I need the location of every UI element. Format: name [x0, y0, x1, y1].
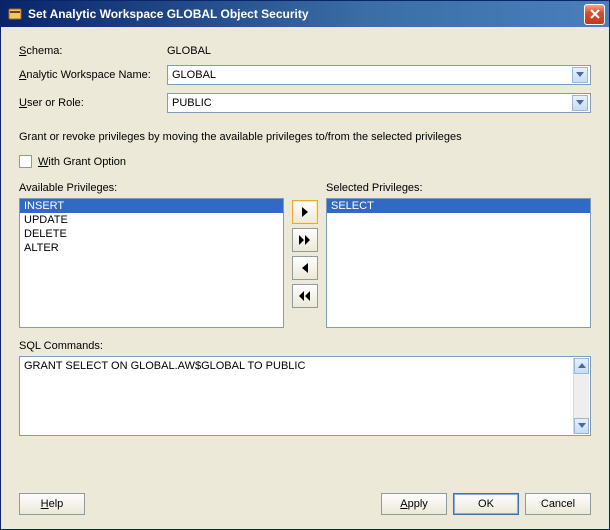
grant-option-row: With Grant Option — [19, 155, 591, 168]
move-left-button[interactable] — [292, 256, 318, 280]
scrollbar[interactable] — [573, 358, 589, 434]
apply-button[interactable]: Apply — [381, 493, 447, 515]
aw-name-combo[interactable]: GLOBAL — [167, 65, 591, 85]
chevron-down-icon — [572, 67, 588, 83]
shuttle-buttons — [290, 182, 320, 328]
chevron-down-icon — [572, 95, 588, 111]
move-all-left-button[interactable] — [292, 284, 318, 308]
scroll-up-icon[interactable] — [574, 358, 589, 374]
list-item[interactable]: SELECT — [327, 199, 590, 213]
aw-name-label: Analytic Workspace Name: — [19, 69, 167, 81]
grant-option-checkbox[interactable] — [19, 155, 32, 168]
user-role-label: User or Role: — [19, 97, 167, 109]
sql-text: GRANT SELECT ON GLOBAL.AW$GLOBAL TO PUBL… — [24, 360, 305, 372]
grant-option-label: With Grant Option — [38, 156, 126, 168]
available-col: Available Privileges: INSERTUPDATEDELETE… — [19, 182, 284, 328]
list-item[interactable]: DELETE — [20, 227, 283, 241]
available-label: Available Privileges: — [19, 182, 284, 194]
list-item[interactable]: ALTER — [20, 241, 283, 255]
user-role-row: User or Role: PUBLIC — [19, 93, 591, 113]
sql-label: SQL Commands: — [19, 340, 591, 352]
close-button[interactable] — [584, 4, 605, 25]
schema-row: Schema: GLOBAL — [19, 45, 591, 57]
move-right-button[interactable] — [292, 200, 318, 224]
instruction-text: Grant or revoke privileges by moving the… — [19, 131, 591, 143]
aw-name-combo-value: GLOBAL — [172, 69, 216, 81]
list-item[interactable]: UPDATE — [20, 213, 283, 227]
move-all-right-button[interactable] — [292, 228, 318, 252]
aw-name-row: Analytic Workspace Name: GLOBAL — [19, 65, 591, 85]
user-role-combo[interactable]: PUBLIC — [167, 93, 591, 113]
window-title: Set Analytic Workspace GLOBAL Object Sec… — [28, 7, 584, 21]
help-button[interactable]: Help — [19, 493, 85, 515]
sql-commands-box[interactable]: GRANT SELECT ON GLOBAL.AW$GLOBAL TO PUBL… — [19, 356, 591, 436]
user-role-combo-value: PUBLIC — [172, 97, 212, 109]
schema-label: Schema: — [19, 45, 167, 57]
dialog-content: Schema: GLOBAL Analytic Workspace Name: … — [1, 27, 609, 529]
app-icon — [7, 6, 23, 22]
scroll-down-icon[interactable] — [574, 418, 589, 434]
sql-box-wrap: GRANT SELECT ON GLOBAL.AW$GLOBAL TO PUBL… — [19, 356, 591, 436]
selected-listbox[interactable]: SELECT — [326, 198, 591, 328]
ok-button[interactable]: OK — [453, 493, 519, 515]
dialog-window: Set Analytic Workspace GLOBAL Object Sec… — [0, 0, 610, 530]
cancel-button[interactable]: Cancel — [525, 493, 591, 515]
titlebar: Set Analytic Workspace GLOBAL Object Sec… — [1, 1, 609, 27]
dialog-footer: Help Apply OK Cancel — [19, 493, 591, 519]
list-item[interactable]: INSERT — [20, 199, 283, 213]
schema-value: GLOBAL — [167, 45, 211, 57]
selected-label: Selected Privileges: — [326, 182, 591, 194]
privileges-shuttle: Available Privileges: INSERTUPDATEDELETE… — [19, 182, 591, 328]
available-listbox[interactable]: INSERTUPDATEDELETEALTER — [19, 198, 284, 328]
selected-col: Selected Privileges: SELECT — [326, 182, 591, 328]
